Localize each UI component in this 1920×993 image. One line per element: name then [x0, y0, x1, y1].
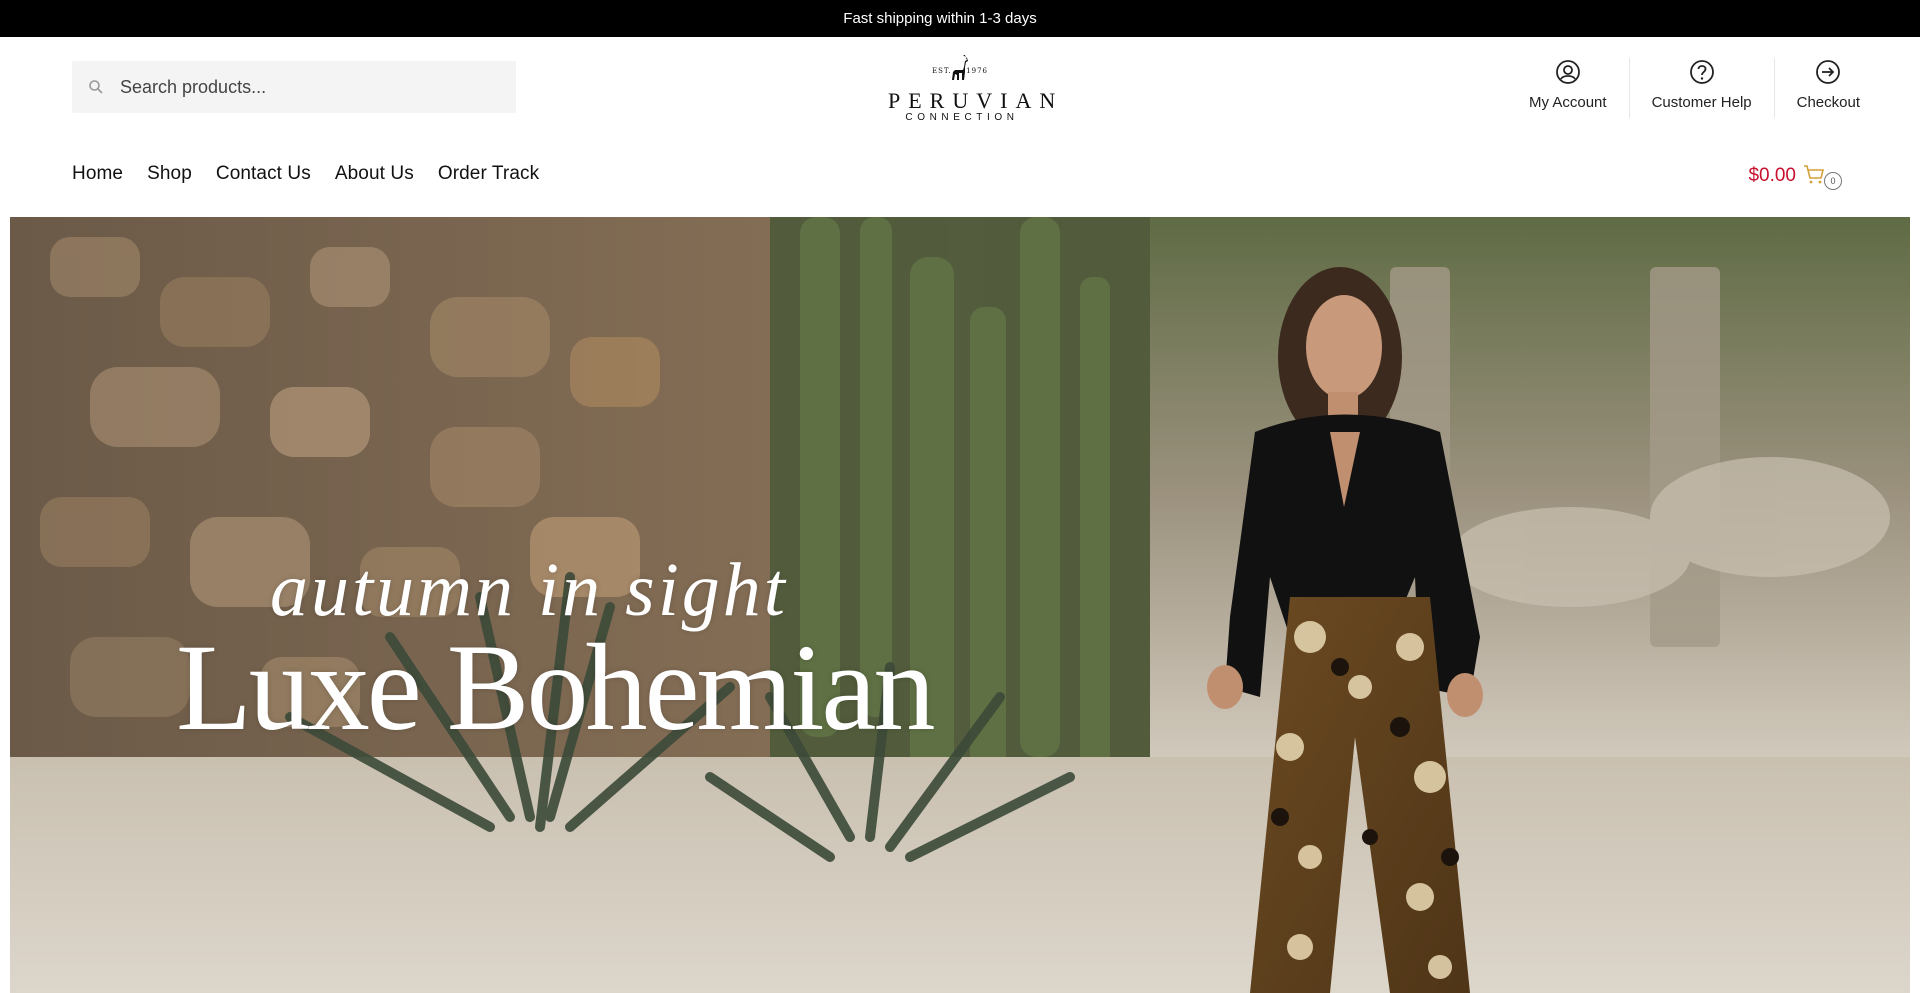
logo-wordmark: PERUVIAN — [888, 88, 1064, 113]
hero-banner[interactable]: autumn in sight Luxe Bohemian — [10, 217, 1910, 993]
checkout-label: Checkout — [1796, 94, 1860, 111]
cart-count-badge: 0 — [1824, 172, 1842, 190]
search-icon — [86, 77, 106, 97]
nav-about-us[interactable]: About Us — [335, 163, 414, 185]
logo-subtitle: CONNECTION — [905, 112, 1019, 123]
cart-total: $0.00 — [1748, 165, 1796, 186]
help-circle-icon — [1689, 58, 1715, 86]
announcement-bar: Fast shipping within 1-3 days — [0, 0, 1920, 37]
my-account-label: My Account — [1529, 94, 1607, 111]
customer-help-label: Customer Help — [1651, 94, 1752, 111]
search-input[interactable] — [118, 75, 502, 99]
nav-order-track[interactable]: Order Track — [438, 163, 539, 185]
checkout-link[interactable]: Checkout — [1773, 58, 1860, 118]
logo-est-year: 1976 — [966, 67, 988, 75]
cart-widget[interactable]: $0.00 0 — [1748, 162, 1842, 190]
announcement-text: Fast shipping within 1-3 days — [843, 10, 1037, 27]
search-bar[interactable] — [72, 61, 516, 113]
nav-contact-us[interactable]: Contact Us — [216, 163, 311, 185]
nav-home[interactable]: Home — [72, 163, 123, 185]
brand-logo[interactable]: EST. 1976 PERUVIAN CONNECTION — [880, 52, 1064, 124]
customer-help-link[interactable]: Customer Help — [1628, 58, 1774, 118]
my-account-link[interactable]: My Account — [1507, 58, 1629, 118]
nav-shop[interactable]: Shop — [147, 163, 192, 185]
arrow-circle-icon — [1815, 58, 1841, 86]
hero-headline: Luxe Bohemian — [176, 619, 935, 756]
logo-est-label: EST. — [932, 67, 952, 75]
cart-icon: 0 — [1802, 162, 1842, 190]
main-nav: Home Shop Contact Us About Us Order Trac… — [72, 163, 563, 185]
user-circle-icon — [1555, 58, 1581, 86]
account-links: My Account Customer Help Checkout — [1507, 58, 1860, 118]
